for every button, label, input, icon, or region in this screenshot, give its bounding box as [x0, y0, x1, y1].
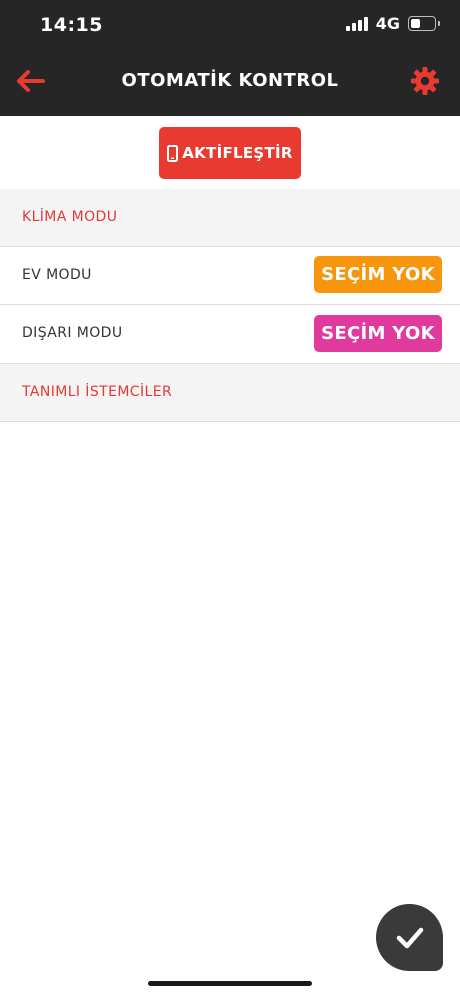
- confirm-fab-button[interactable]: [376, 904, 443, 971]
- section-defined-clients: TANIMLI İSTEMCİLER: [0, 364, 460, 422]
- checkmark-icon: [396, 927, 423, 948]
- top-bar: 14:15 4G OTOMATİK KONTROL: [0, 0, 460, 116]
- section-klima-mode: KLİMA MODU: [0, 189, 460, 247]
- home-mode-label: EV MODU: [22, 267, 92, 283]
- away-mode-select-button[interactable]: SEÇİM YOK: [314, 315, 442, 352]
- section-defined-clients-label: TANIMLI İSTEMCİLER: [22, 384, 173, 400]
- activate-button-label: AKTİFLEŞTİR: [182, 144, 293, 162]
- home-mode-select-button[interactable]: SEÇİM YOK: [314, 256, 442, 293]
- section-klima-mode-label: KLİMA MODU: [22, 209, 118, 225]
- network-type: 4G: [375, 14, 400, 33]
- battery-icon: [408, 16, 440, 31]
- home-mode-row: EV MODU SEÇİM YOK: [0, 247, 460, 305]
- gear-icon: [411, 67, 439, 95]
- page-title: OTOMATİK KONTROL: [121, 70, 339, 91]
- signal-icon: [345, 16, 368, 31]
- activate-area: AKTİFLEŞTİR: [0, 116, 460, 190]
- settings-button[interactable]: [408, 64, 442, 98]
- status-time: 14:15: [40, 14, 103, 36]
- phone-icon: [167, 144, 179, 162]
- away-mode-label: DIŞARI MODU: [22, 325, 123, 341]
- screen: 14:15 4G OTOMATİK KONTROL AKTİFLEŞTİR KL…: [0, 0, 460, 996]
- home-indicator[interactable]: [148, 981, 312, 986]
- activate-button[interactable]: AKTİFLEŞTİR: [159, 127, 301, 179]
- status-indicators: 4G: [345, 14, 440, 33]
- away-mode-row: DIŞARI MODU SEÇİM YOK: [0, 305, 460, 364]
